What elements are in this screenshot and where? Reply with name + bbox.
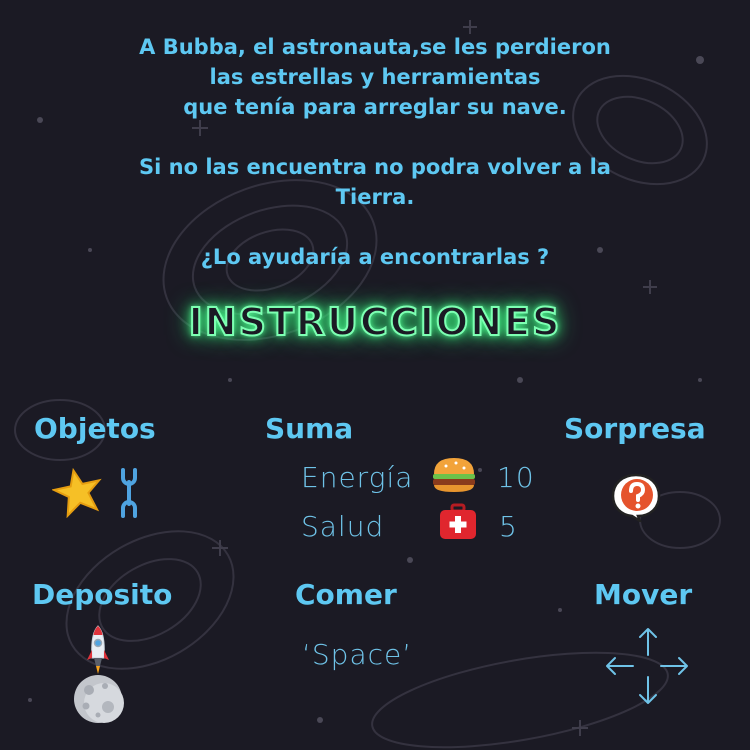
- first-aid-icon: [440, 503, 476, 539]
- story-paragraph-3: ¿Lo ayudaría a encontrarlas ?: [200, 245, 550, 269]
- question-bubble-icon: [611, 473, 661, 522]
- deposito-heading: Deposito: [32, 578, 173, 611]
- salud-value: 5: [499, 510, 518, 543]
- story-paragraph-1: A Bubba, el astronauta,se les perdieron …: [139, 35, 611, 119]
- space-key-label: ‘Space’: [302, 638, 413, 671]
- rocket-icon: [87, 625, 109, 674]
- wrench-icon: [121, 468, 137, 518]
- moon-icon: [74, 675, 124, 723]
- story-paragraph-2: Si no las encuentra no podra volver a la…: [139, 155, 611, 209]
- suma-heading: Suma: [265, 412, 354, 445]
- burger-icon: [433, 458, 475, 492]
- star-icon: [52, 467, 102, 518]
- energia-value: 10: [497, 461, 535, 494]
- objetos-heading: Objetos: [34, 412, 156, 445]
- comer-heading: Comer: [295, 578, 397, 611]
- story-text: A Bubba, el astronauta,se les perdieron …: [0, 32, 750, 272]
- energia-label: Energía: [301, 461, 414, 494]
- mover-heading: Mover: [594, 578, 693, 611]
- sorpresa-heading: Sorpresa: [564, 412, 706, 445]
- arrows-icon: [606, 628, 688, 704]
- salud-label: Salud: [301, 510, 385, 543]
- instructions-title: INSTRUCCIONES: [188, 299, 562, 345]
